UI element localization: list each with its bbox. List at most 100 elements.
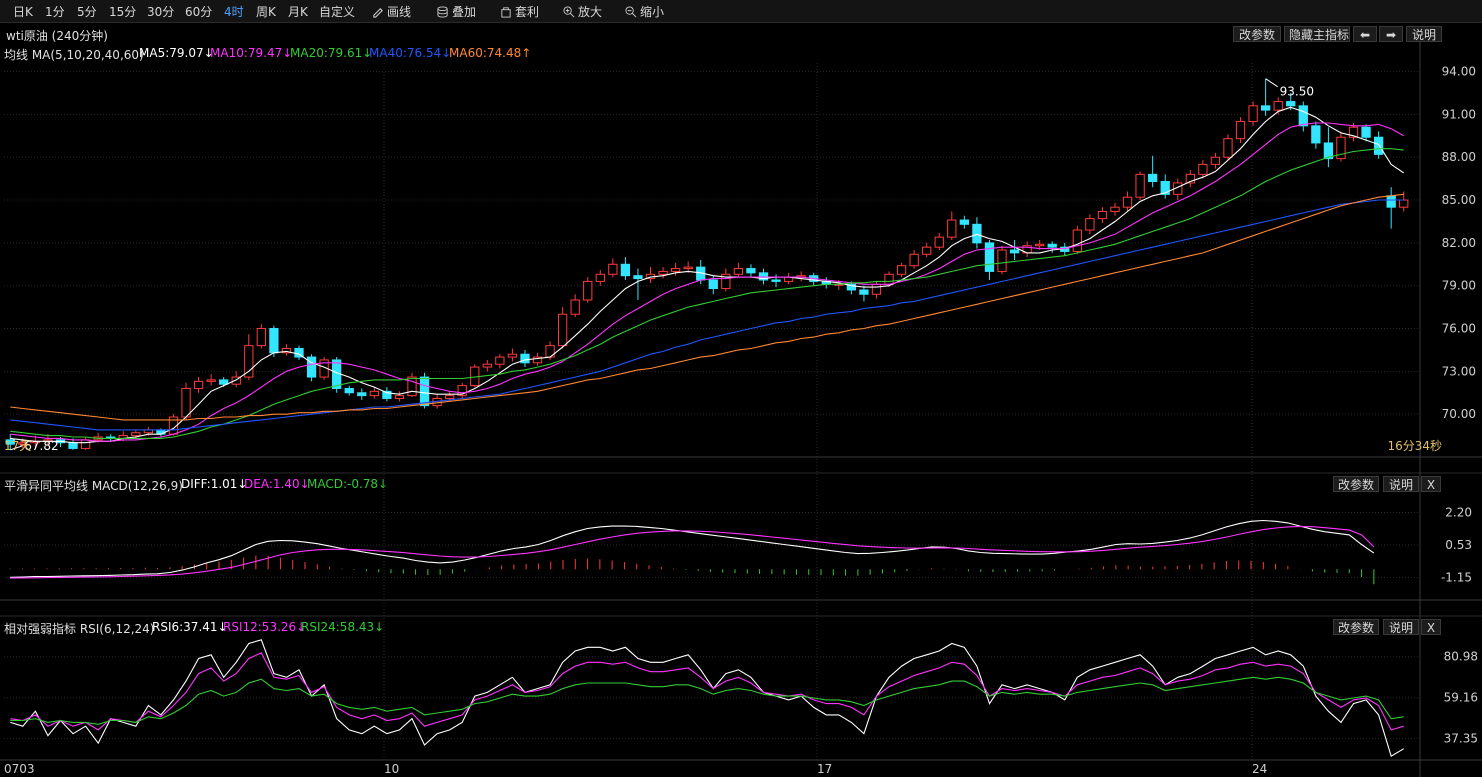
candle-body [884, 273, 894, 285]
candle-body [256, 328, 266, 347]
ma-line-ma60 [10, 193, 1404, 421]
macd-tick-label: 2.20 [1445, 505, 1472, 519]
price-tick-label: 91.00 [1442, 107, 1476, 121]
ma-line-ma20 [10, 148, 1404, 439]
candle-body [1148, 173, 1158, 182]
candle-body [1210, 156, 1221, 165]
x-axis-date-label: 24 [1252, 762, 1267, 776]
macd-tick-label: -1.15 [1441, 571, 1472, 585]
candle-body [1273, 101, 1283, 111]
high-marker-line [1265, 78, 1278, 88]
price-tick-label: 82.00 [1442, 236, 1476, 250]
chart-canvas[interactable]: 94.00 91.00 88.00 85.00 82.00 79.00 76.00 73.00… [0, 0, 1482, 777]
x-axis-date-label: 0703 [4, 762, 35, 776]
macd-line-dea [10, 525, 1375, 579]
candle-body [972, 223, 982, 244]
candle-body [520, 353, 530, 364]
price-tick-label: 79.00 [1442, 279, 1476, 293]
candle-body [1122, 196, 1133, 208]
candle-body [445, 395, 455, 399]
countdown-label: 16分34秒 [1387, 439, 1442, 453]
candle-body [419, 376, 430, 407]
candle-body [495, 356, 505, 365]
candle-body [984, 242, 995, 272]
candle-body [670, 268, 681, 272]
candle-body [1198, 163, 1208, 175]
price-tick-label: 76.00 [1442, 322, 1476, 336]
x-axis-date-label: 17 [817, 762, 832, 776]
candle-body [1386, 195, 1396, 208]
candle-body [1047, 243, 1057, 248]
candle-body [608, 263, 618, 275]
candle-body [620, 263, 631, 277]
candle-body [206, 379, 216, 382]
candle-body [708, 279, 718, 290]
days-count-label: 17天 [4, 439, 31, 453]
candle-body [219, 379, 229, 385]
candle-body [1097, 210, 1108, 220]
candle-body [997, 249, 1007, 272]
candle-body [80, 439, 91, 449]
x-axis-date-label: 10 [384, 762, 399, 776]
price-tick-label: 70.00 [1442, 407, 1476, 421]
price-tick-label: 94.00 [1442, 65, 1476, 79]
candle-body [68, 442, 78, 449]
candle-body [771, 279, 781, 282]
candle-body [896, 265, 907, 275]
candle-body [947, 219, 957, 238]
candle-body [1311, 125, 1321, 144]
candle-body [244, 345, 254, 378]
candle-body [733, 268, 744, 275]
candle-body [557, 313, 568, 347]
candle-body [1085, 218, 1095, 231]
ma-line-ma40 [10, 199, 1404, 431]
candle-body [357, 392, 367, 397]
macd-tick-label: 0.53 [1445, 538, 1472, 552]
candle-body [1072, 229, 1082, 252]
candle-body [394, 395, 405, 399]
candle-body [595, 273, 605, 282]
macd-line-diff [10, 519, 1375, 578]
candle-body [1135, 173, 1145, 198]
candle-body [1009, 249, 1020, 254]
ma-line-ma10 [10, 122, 1404, 442]
rsi-tick-label: 80.98 [1444, 650, 1478, 664]
candle-body [859, 289, 869, 295]
candle-body [871, 283, 882, 295]
candle-body [269, 328, 279, 354]
candle-body [369, 390, 379, 397]
candle-body [407, 376, 417, 397]
candle-body [570, 299, 580, 315]
candle-body [1373, 136, 1384, 155]
candle-body [1248, 105, 1258, 123]
rsi-tick-label: 59.16 [1444, 691, 1478, 705]
candle-body [583, 280, 593, 301]
candle-body [1260, 105, 1271, 111]
candle-body [482, 363, 492, 368]
rsi-tick-label: 37.35 [1444, 732, 1478, 746]
candle-body [1286, 101, 1296, 107]
candle-body [934, 236, 944, 248]
candle-body [131, 432, 141, 437]
candle-body [193, 380, 204, 389]
candle-body [1110, 206, 1120, 212]
price-tick-label: 88.00 [1442, 150, 1476, 164]
price-tick-label: 85.00 [1442, 193, 1476, 207]
candle-body [181, 387, 191, 418]
price-tick-label: 73.00 [1442, 364, 1476, 378]
candle-body [633, 275, 643, 280]
candle-body [909, 253, 919, 267]
candle-body [344, 387, 354, 394]
candle-body [959, 219, 969, 225]
candle-body [156, 429, 166, 435]
candle-body [683, 266, 693, 270]
candle-body [1223, 138, 1233, 158]
candle-body [1235, 121, 1246, 140]
rsi-line-rsi24 [10, 676, 1404, 725]
candle-body [922, 246, 932, 255]
candle-body [1035, 243, 1045, 247]
candle-body [1399, 199, 1409, 208]
candle-body [306, 356, 317, 378]
candle-body [1298, 105, 1308, 127]
high-price-label: 93.50 [1280, 85, 1314, 99]
